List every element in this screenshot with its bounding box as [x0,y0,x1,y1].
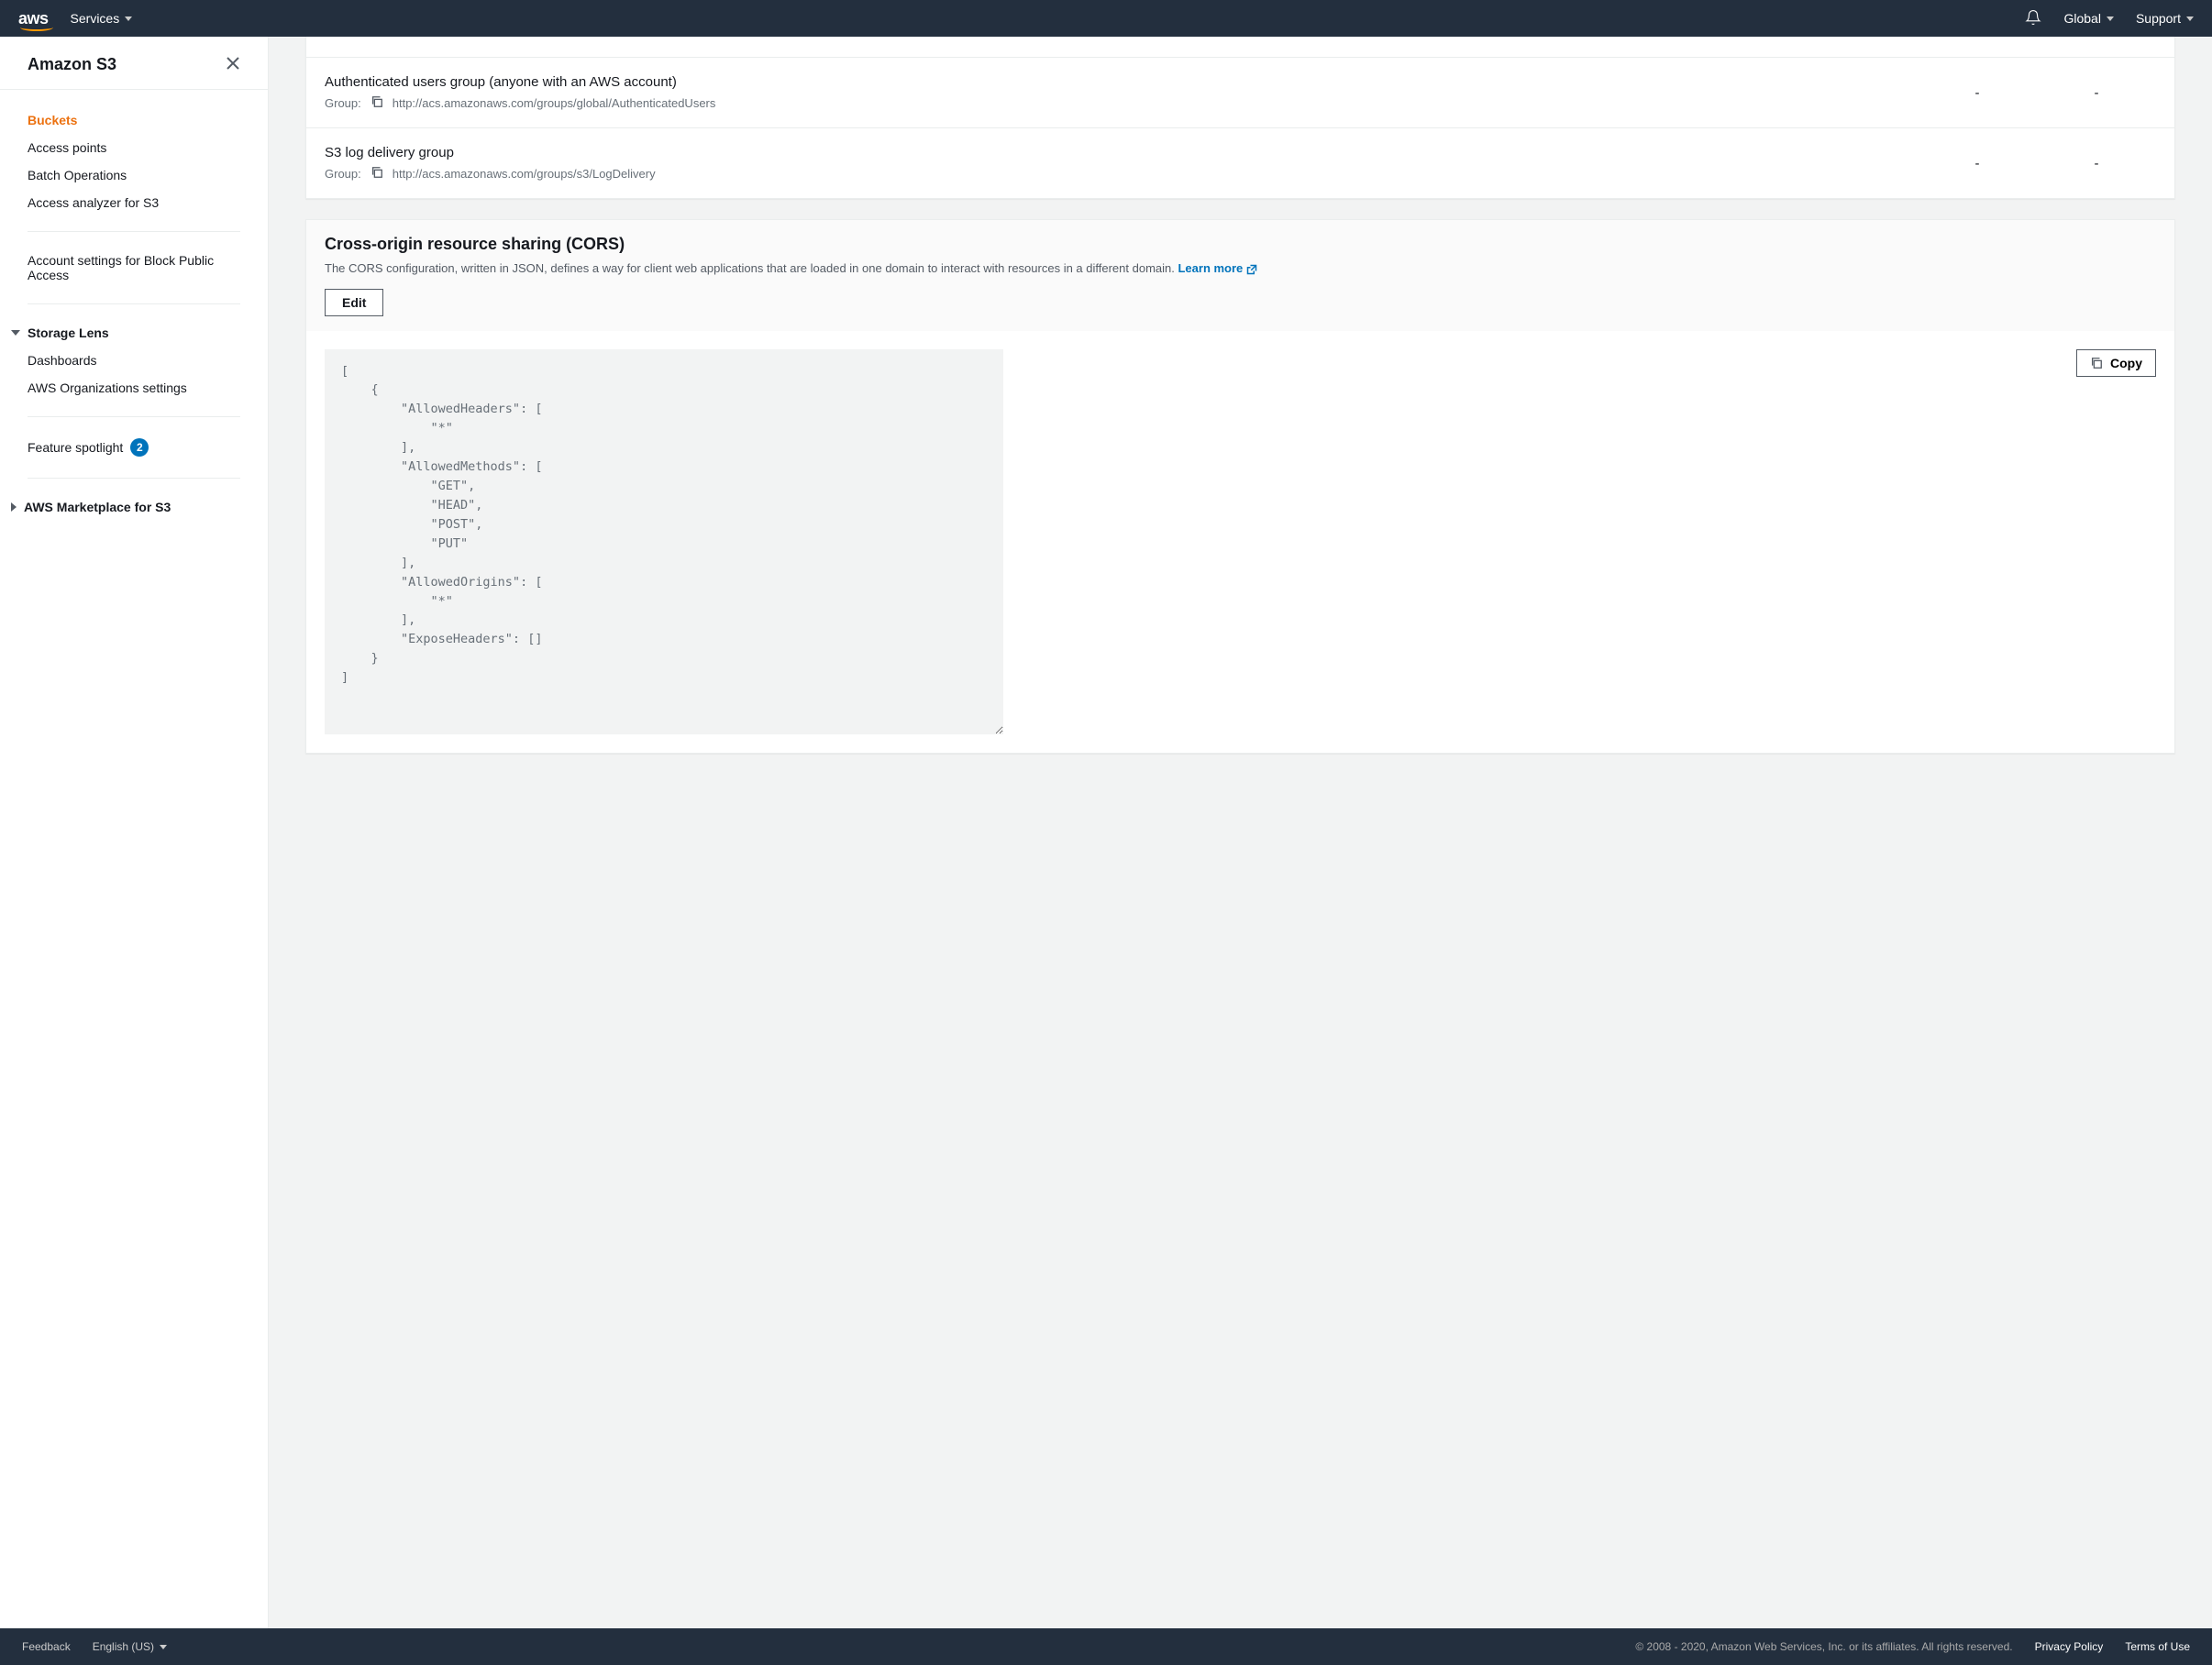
acl-col-bucket-acl: - [2037,85,2156,101]
feature-spotlight-label: Feature spotlight [28,440,123,455]
footer: Feedback English (US) © 2008 - 2020, Ama… [0,1628,2212,1665]
terms-of-use-link[interactable]: Terms of Use [2125,1640,2190,1653]
chevron-right-icon [11,502,17,512]
support-label: Support [2136,11,2181,26]
feedback-link[interactable]: Feedback [22,1640,71,1653]
cors-config-code[interactable]: [ { "AllowedHeaders": [ "*" ], "AllowedM… [325,349,1003,734]
learn-more-label: Learn more [1178,261,1243,275]
acl-col-objects: - [1918,156,2037,171]
sidebar-item-feature-spotlight[interactable]: Feature spotlight 2 [28,432,240,463]
language-selector[interactable]: English (US) [93,1640,167,1653]
feature-spotlight-badge: 2 [130,438,149,457]
sidebar-section-storage-lens[interactable]: Storage Lens [11,319,240,347]
acl-row-authenticated-users: Authenticated users group (anyone with a… [306,57,2174,127]
sidebar-item-block-public-access[interactable]: Account settings for Block Public Access [28,247,240,289]
sidebar-item-org-settings[interactable]: AWS Organizations settings [28,374,240,402]
sidebar: Amazon S3 Buckets Access points Batch Op… [0,37,269,1628]
copyright-text: © 2008 - 2020, Amazon Web Services, Inc.… [1635,1640,2012,1653]
cors-description-text: The CORS configuration, written in JSON,… [325,261,1178,275]
cors-copy-button[interactable]: Copy [2076,349,2156,377]
cors-learn-more-link[interactable]: Learn more [1178,261,1257,275]
acl-row-title: Authenticated users group (anyone with a… [325,74,1918,90]
copy-icon[interactable] [371,95,383,111]
caret-down-icon [2186,17,2194,21]
copy-icon[interactable] [371,166,383,182]
region-menu[interactable]: Global [2063,11,2113,26]
notifications-icon[interactable] [2025,9,2041,28]
top-navigation: aws Services Global Support [0,0,2212,37]
caret-down-icon [2107,17,2114,21]
sidebar-item-access-points[interactable]: Access points [28,134,240,161]
acl-col-objects: - [1918,85,2037,101]
support-menu[interactable]: Support [2136,11,2194,26]
caret-down-icon [160,1645,167,1649]
divider [28,416,240,417]
acl-panel: Authenticated users group (anyone with a… [305,37,2175,199]
acl-group-label: Group: [325,167,361,181]
storage-lens-label: Storage Lens [28,325,109,340]
acl-group-label: Group: [325,96,361,110]
close-sidebar-icon[interactable] [226,56,240,73]
copy-label: Copy [2110,356,2142,370]
acl-row-log-delivery: S3 log delivery group Group: http://acs.… [306,127,2174,198]
external-link-icon [1243,261,1257,275]
acl-group-url: http://acs.amazonaws.com/groups/s3/LogDe… [393,167,656,181]
sidebar-item-access-analyzer[interactable]: Access analyzer for S3 [28,189,240,216]
privacy-policy-link[interactable]: Privacy Policy [2035,1640,2104,1653]
main-content: Authenticated users group (anyone with a… [269,37,2212,1628]
chevron-down-icon [11,330,20,336]
cors-description: The CORS configuration, written in JSON,… [325,259,2156,278]
aws-logo[interactable]: aws [18,9,49,28]
region-label: Global [2063,11,2100,26]
sidebar-item-buckets[interactable]: Buckets [28,106,240,134]
divider [28,303,240,304]
divider [28,478,240,479]
sidebar-item-dashboards[interactable]: Dashboards [28,347,240,374]
language-label: English (US) [93,1640,154,1653]
cors-panel: Cross-origin resource sharing (CORS) The… [305,219,2175,754]
divider [28,231,240,232]
sidebar-section-marketplace[interactable]: AWS Marketplace for S3 [11,493,240,521]
cors-title: Cross-origin resource sharing (CORS) [325,235,2156,254]
acl-group-url: http://acs.amazonaws.com/groups/global/A… [393,96,716,110]
services-label: Services [71,11,120,26]
services-menu[interactable]: Services [71,11,133,26]
caret-down-icon [125,17,132,21]
cors-edit-button[interactable]: Edit [325,289,383,316]
sidebar-item-batch-operations[interactable]: Batch Operations [28,161,240,189]
marketplace-label: AWS Marketplace for S3 [24,500,171,514]
sidebar-title: Amazon S3 [28,55,116,74]
acl-row-title: S3 log delivery group [325,145,1918,160]
acl-col-bucket-acl: - [2037,156,2156,171]
